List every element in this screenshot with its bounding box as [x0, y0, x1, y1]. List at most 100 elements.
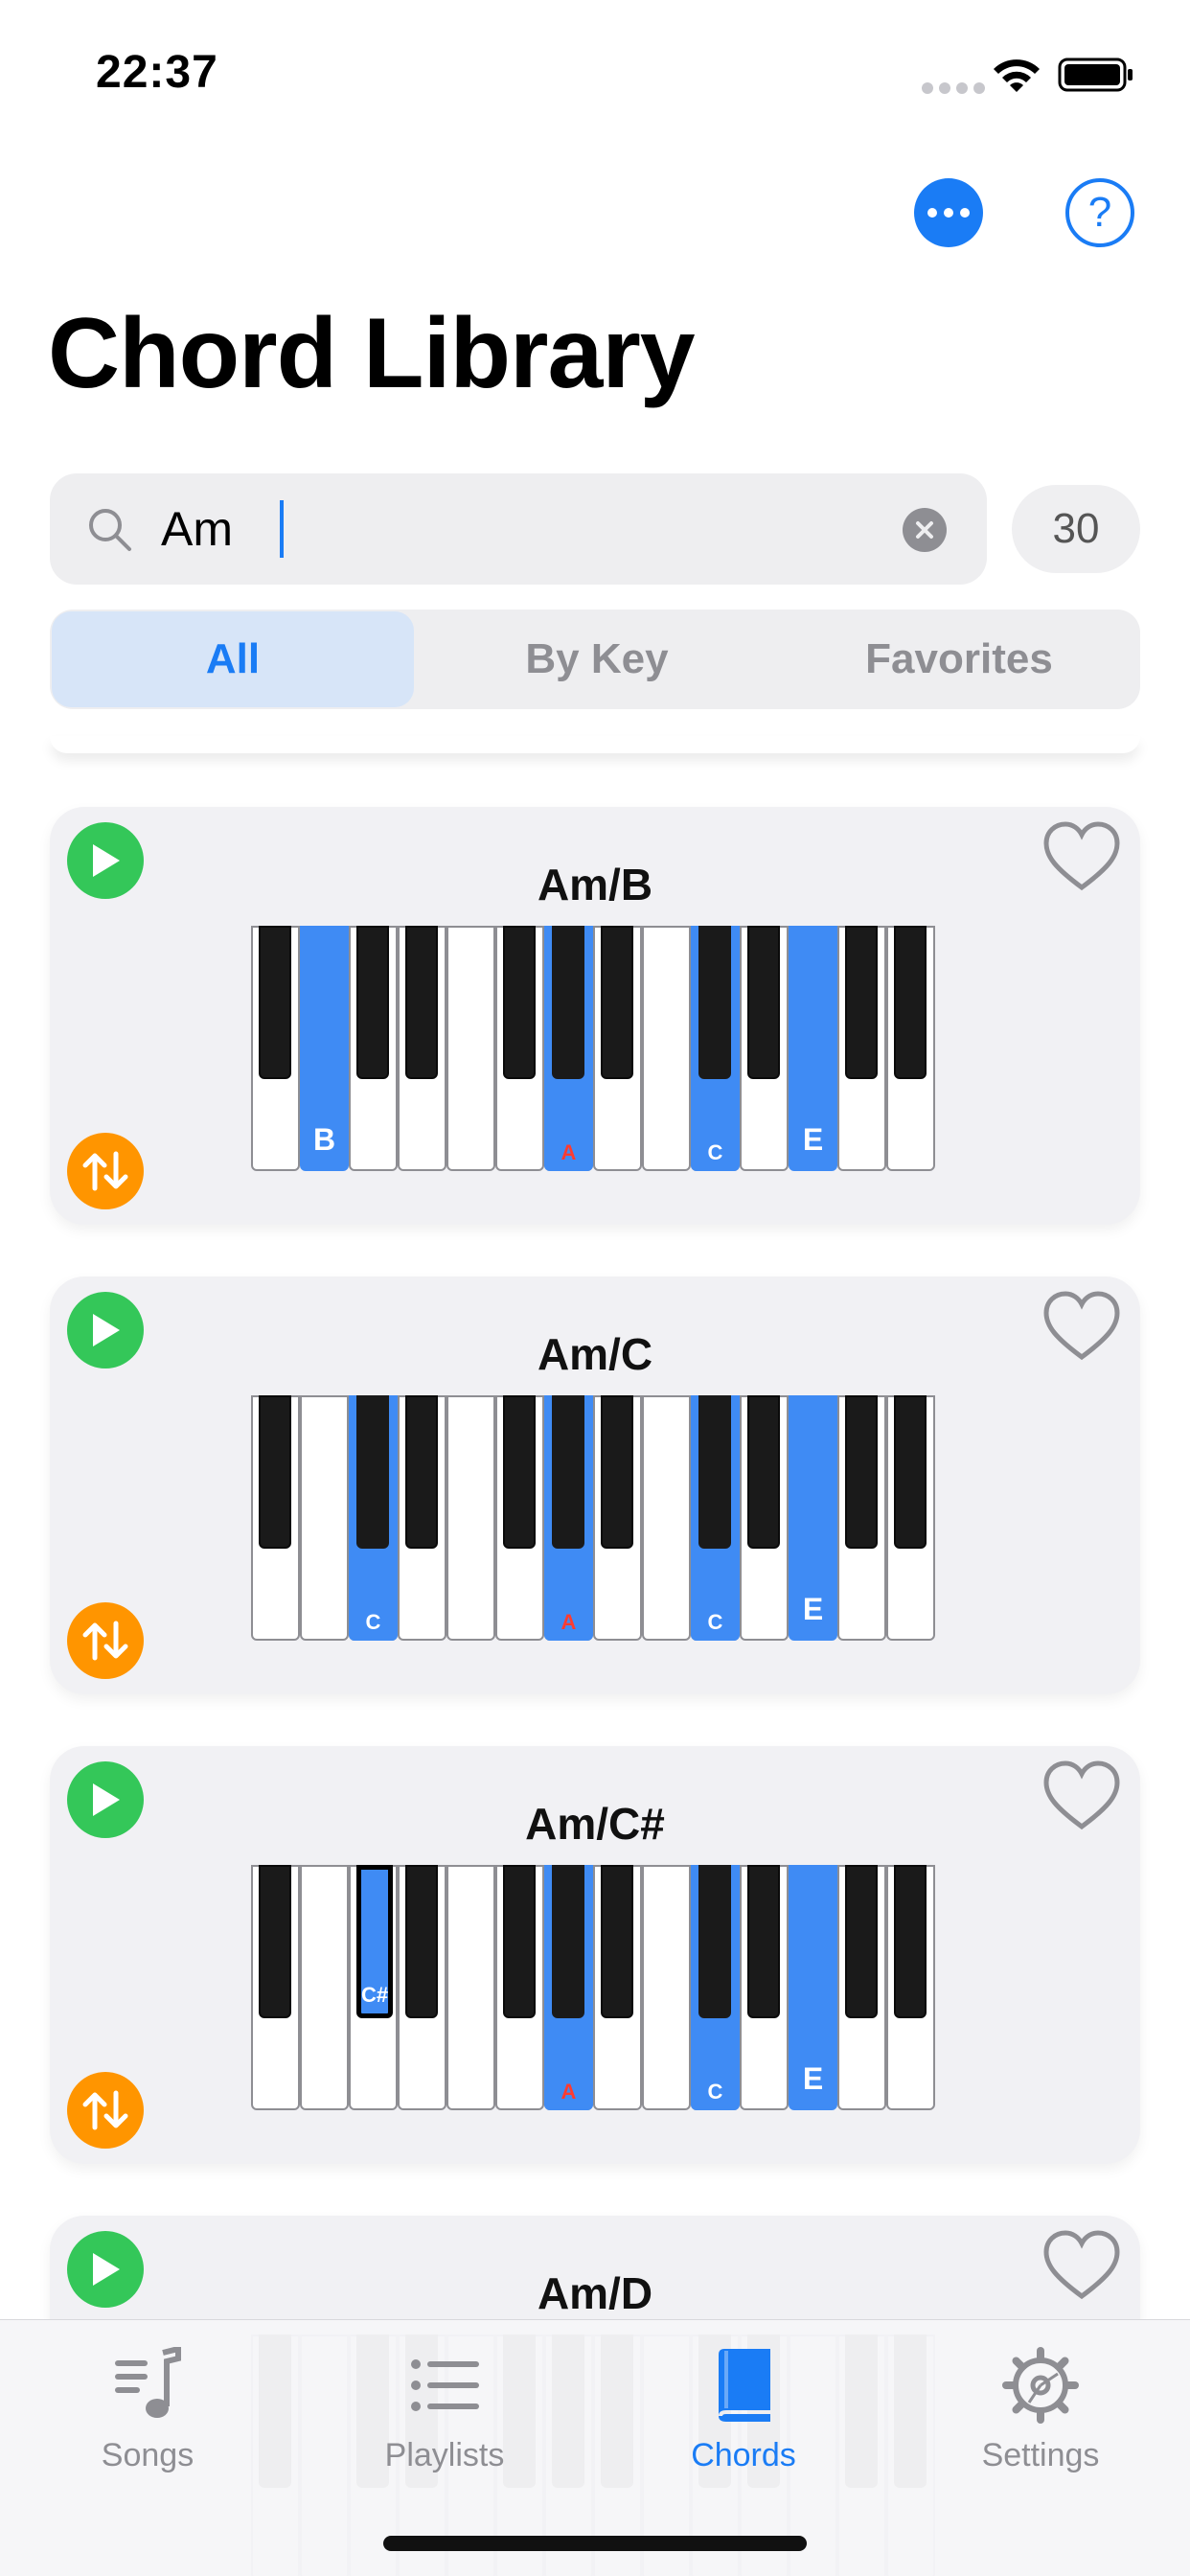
piano-black-key: A	[544, 1865, 593, 2110]
key-note-label: A	[561, 1610, 577, 1634]
chord-name: Am/C#	[525, 1799, 665, 1849]
key-note-label: C	[707, 1140, 723, 1164]
piano-black-key	[601, 1865, 633, 2018]
battery-icon	[1058, 58, 1133, 92]
piano-black-key: C	[691, 1865, 740, 2110]
text-caret	[280, 500, 284, 558]
list-bullet-icon	[411, 2359, 479, 2411]
transpose-button[interactable]	[67, 1133, 144, 1209]
search-input[interactable]	[161, 498, 927, 560]
segment-favorites[interactable]: Favorites	[778, 610, 1140, 709]
black-key-cap	[698, 926, 731, 1079]
clear-search-icon[interactable]	[903, 508, 947, 552]
wifi-icon	[994, 59, 1040, 92]
key-note-label: A	[561, 2080, 577, 2104]
segment-all[interactable]: All	[52, 611, 414, 707]
black-key-cap	[698, 1865, 731, 2018]
piano-black-key	[747, 1865, 780, 2018]
ellipsis-icon	[927, 208, 937, 218]
piano-white-key: E	[789, 1865, 837, 2110]
piano-black-key	[405, 1395, 438, 1549]
piano-black-key	[503, 1865, 536, 2018]
chord-name: Am/D	[537, 2268, 653, 2318]
piano-black-key: C	[691, 1395, 740, 1641]
piano-keyboard: E C# A C	[251, 1865, 935, 2110]
gear-icon	[1002, 2347, 1079, 2424]
piano-black-key: C	[349, 1395, 398, 1641]
chord-card[interactable]: Am/C E C A C	[50, 1276, 1140, 1694]
chord-card[interactable]: Am/B B E A C	[50, 807, 1140, 1225]
tab-label: Settings	[981, 2437, 1100, 2473]
piano-black-key: A	[544, 926, 593, 1171]
piano-white-key	[446, 1865, 495, 2110]
question-mark-icon: ?	[1087, 189, 1112, 236]
tab-settings[interactable]: Settings	[916, 2347, 1165, 2491]
piano-white-key	[300, 1395, 349, 1641]
black-key-cap	[356, 1395, 389, 1549]
piano-black-key	[503, 1395, 536, 1549]
page-title: Chord Library	[48, 298, 696, 409]
tab-songs[interactable]: Songs	[23, 2347, 272, 2491]
key-note-label: C	[365, 1610, 381, 1634]
piano-black-key	[503, 926, 536, 1079]
piano-black-key	[845, 1395, 878, 1549]
piano-keyboard: ECAC	[251, 1395, 935, 1641]
piano-black-key	[894, 1395, 927, 1549]
piano-black-key	[894, 1865, 927, 2018]
status-bar: 22:37	[0, 0, 1190, 144]
key-note-label: E	[802, 1122, 824, 1157]
piano-black-key	[894, 926, 927, 1079]
key-note-label: C	[707, 2080, 723, 2104]
tab-playlists[interactable]: Playlists	[320, 2347, 569, 2491]
arrow-up-down-icon	[82, 1621, 128, 1661]
search-bar[interactable]	[50, 473, 987, 585]
arrow-up-down-icon	[82, 2090, 128, 2130]
piano-black-key	[601, 926, 633, 1079]
transpose-button[interactable]	[67, 2072, 144, 2149]
piano-white-key	[642, 1395, 691, 1641]
tab-label: Songs	[101, 2437, 195, 2473]
piano-black-key: C#	[356, 1865, 393, 2018]
piano-black-key	[601, 1395, 633, 1549]
black-key-cap	[698, 1395, 731, 1549]
black-key-cap	[552, 926, 584, 1079]
piano-keyboard: BEAC	[251, 926, 935, 1171]
chord-card[interactable]: Am/C# E C# A C	[50, 1746, 1140, 2164]
black-key-cap	[552, 1395, 584, 1549]
piano-black-key: A	[544, 1395, 593, 1641]
help-button[interactable]: ?	[1065, 178, 1134, 247]
piano-black-key	[747, 1395, 780, 1549]
piano-black-key	[405, 926, 438, 1079]
chord-name: Am/B	[537, 860, 653, 909]
key-note-label: B	[312, 1122, 336, 1157]
piano-black-key	[259, 1395, 291, 1549]
tab-label: Playlists	[384, 2437, 505, 2473]
piano-white-key: B	[300, 926, 349, 1171]
key-note-label: A	[561, 1140, 577, 1164]
piano-white-key	[642, 926, 691, 1171]
chord-name: Am/C	[537, 1329, 653, 1379]
piano-black-key	[259, 926, 291, 1079]
key-note-label: C	[707, 1610, 723, 1634]
filter-segmented-control: All By Key Favorites	[50, 610, 1140, 709]
book-icon	[719, 2349, 770, 2422]
piano-black-key	[845, 926, 878, 1079]
home-indicator	[383, 2536, 807, 2551]
piano-black-key: C	[691, 926, 740, 1171]
tab-chords[interactable]: Chords	[619, 2347, 868, 2491]
music-note-list-icon	[115, 2347, 181, 2418]
piano-black-key	[259, 1865, 291, 2018]
transpose-button[interactable]	[67, 1602, 144, 1679]
status-time: 22:37	[96, 47, 218, 98]
piano-black-key	[845, 1865, 878, 2018]
piano-white-key	[300, 1865, 349, 2110]
piano-black-key	[405, 1865, 438, 2018]
key-note-label: C#	[361, 1983, 389, 2007]
search-icon	[89, 509, 131, 551]
previous-card-edge	[50, 736, 1140, 753]
segment-by-key[interactable]: By Key	[416, 610, 778, 709]
more-options-button[interactable]	[914, 178, 983, 247]
tab-label: Chords	[691, 2437, 796, 2473]
piano-black-key	[747, 926, 780, 1079]
cellular-signal-icon	[922, 82, 985, 94]
